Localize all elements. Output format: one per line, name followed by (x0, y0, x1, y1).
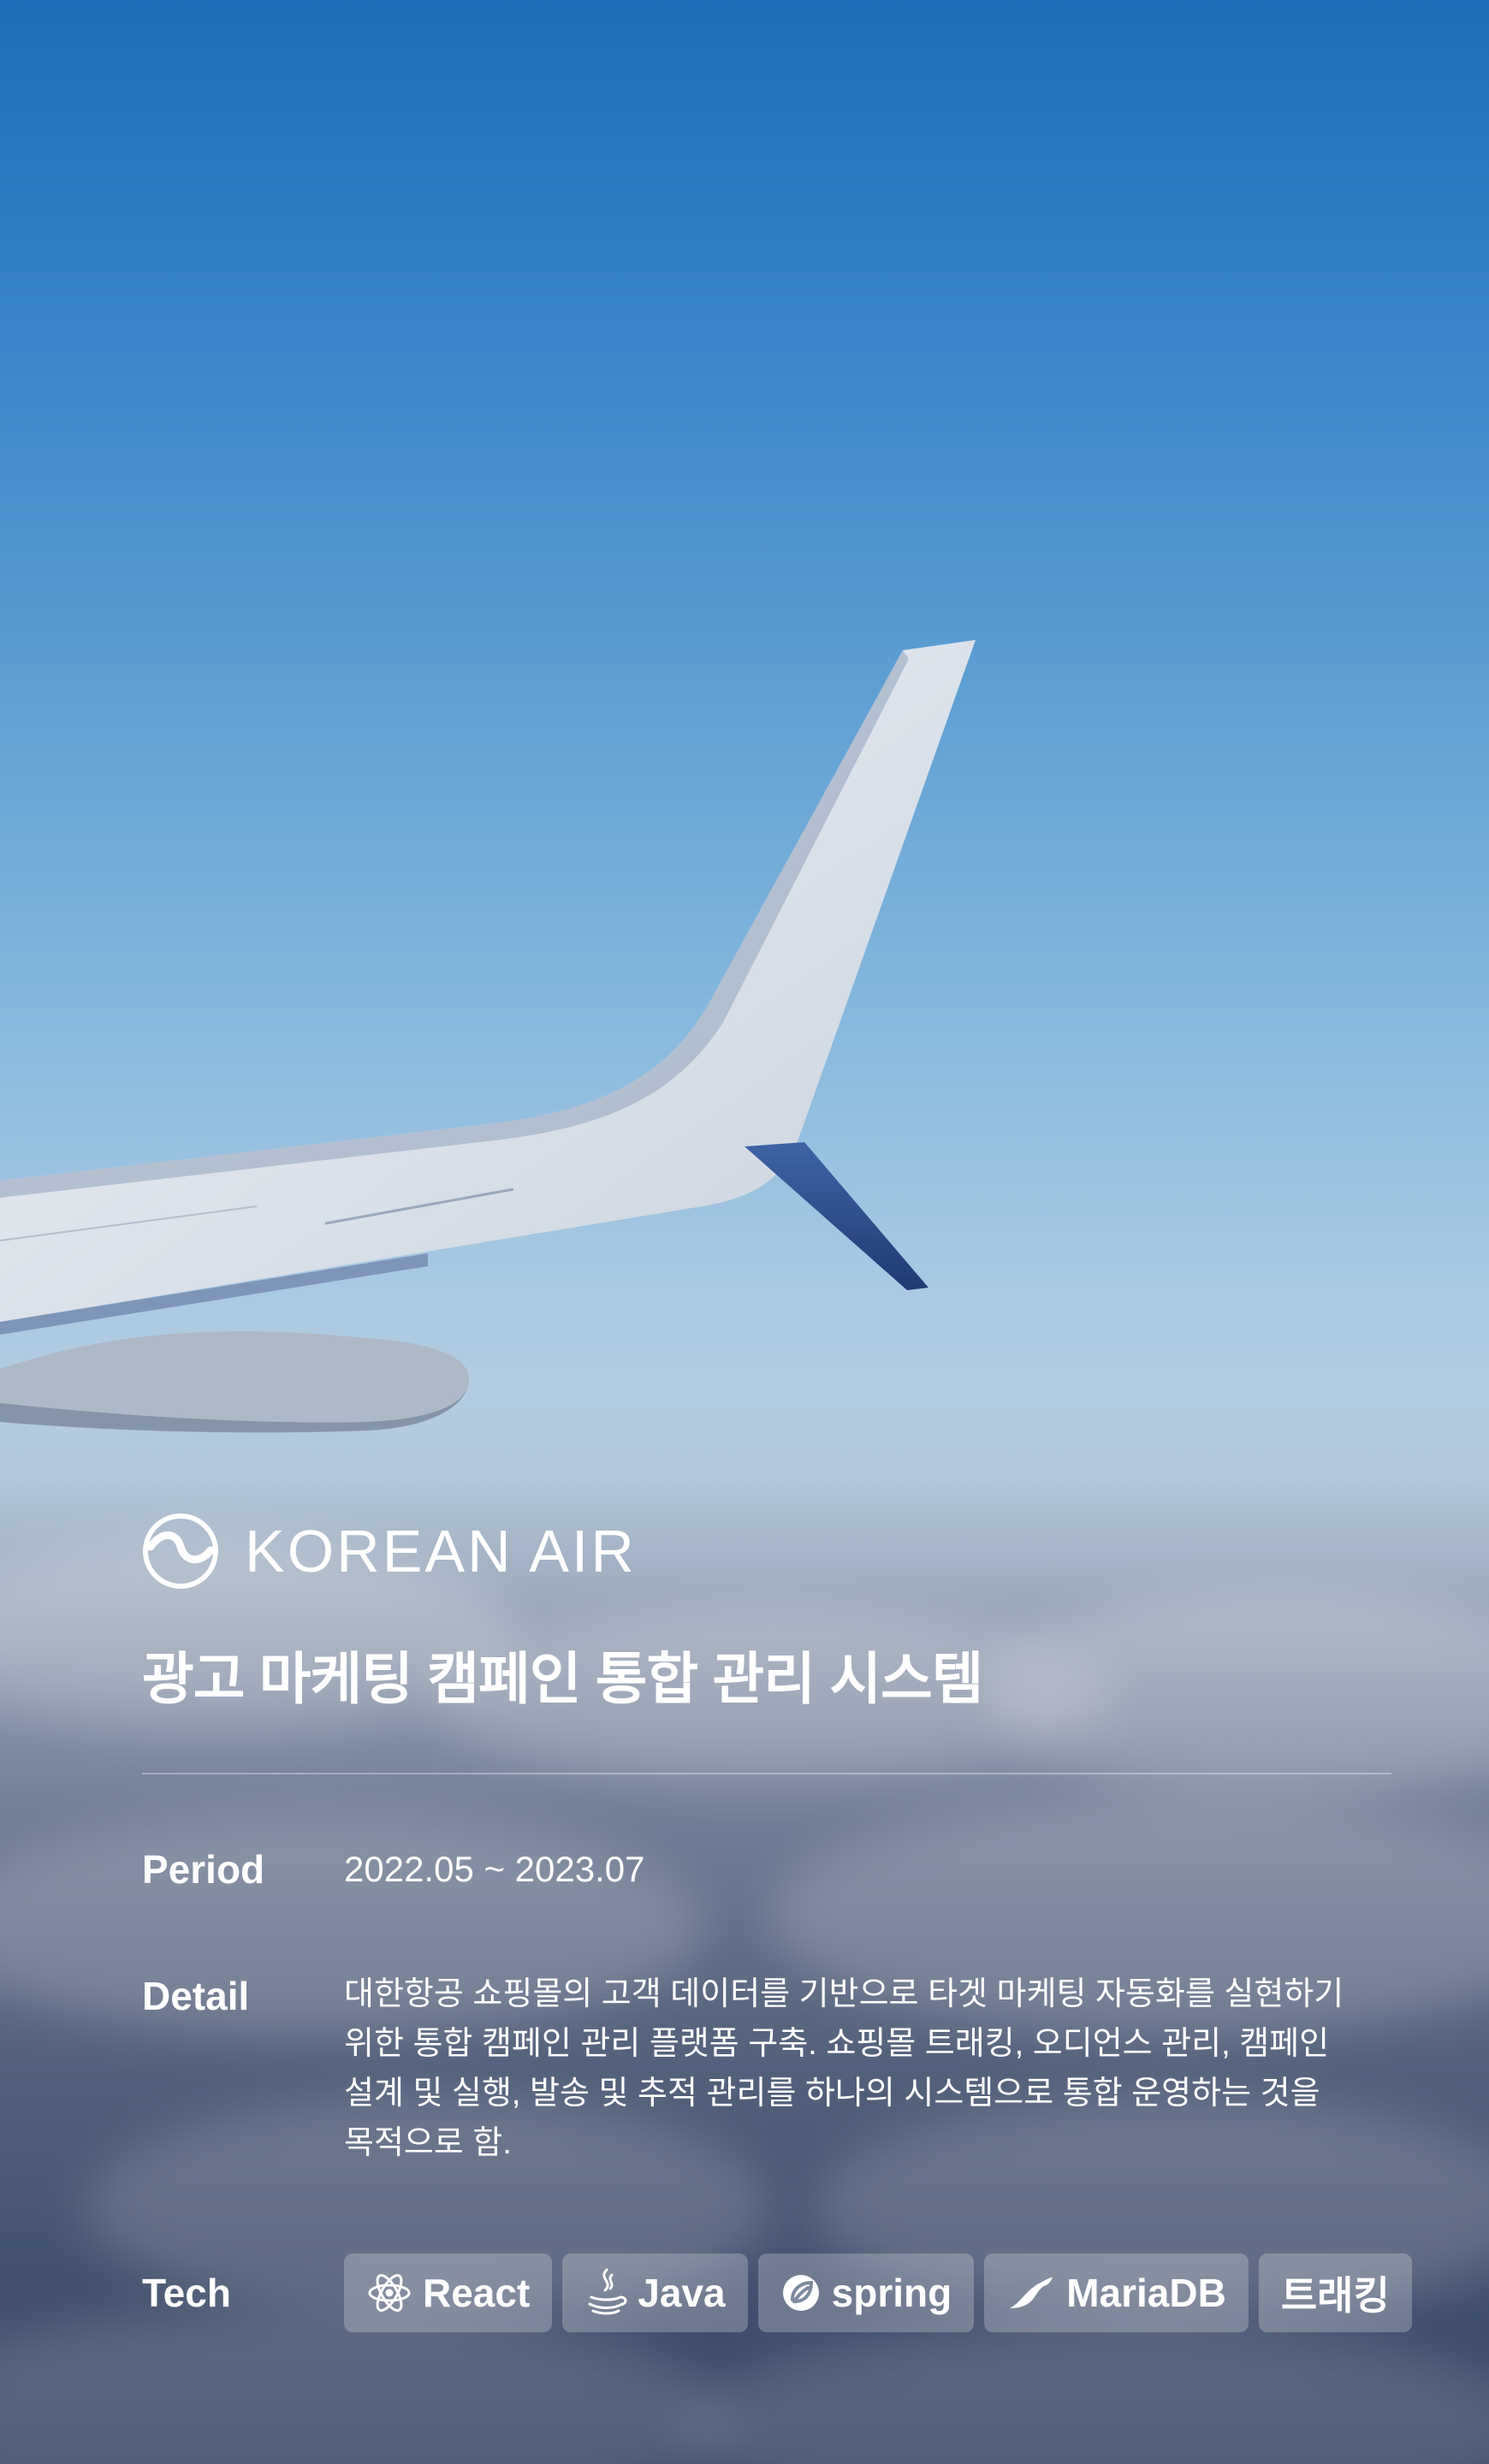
tech-tags: React Java spring MariaDB 트래킹 (344, 2254, 1412, 2333)
detail-label: Detail (142, 1974, 250, 2019)
detail-row: Detail 대한항공 쇼핑몰의 고객 데이터를 기반으로 타겟 마케팅 자동화… (142, 1969, 1391, 2168)
period-value: 2022.05 ~ 2023.07 (344, 1849, 645, 1890)
brand-name: KOREAN AIR (245, 1518, 637, 1584)
detail-value: 대한항공 쇼핑몰의 고객 데이터를 기반으로 타겟 마케팅 자동화를 실현하기 … (344, 1976, 1344, 2162)
project-card: KOREAN AIR 광고 마케팅 캠페인 통합 관리 시스템 Period 2… (142, 1510, 1412, 2333)
project-title: 광고 마케팅 캠페인 통합 관리 시스템 (142, 1647, 983, 1710)
react-icon (368, 2274, 411, 2313)
tech-tag-label: React (423, 2271, 531, 2316)
tech-tag-label: MariaDB (1066, 2271, 1226, 2316)
tech-tag-label: spring (831, 2271, 952, 2316)
period-row: Period 2022.05 ~ 2023.07 (142, 1846, 1391, 1892)
period-label: Period (142, 1847, 265, 1892)
tech-tag-label: Java (638, 2271, 726, 2316)
brand-logo: KOREAN AIR (142, 1510, 1391, 1592)
tech-tag-react: React (344, 2254, 553, 2333)
spring-icon (782, 2275, 819, 2312)
tech-tag-tracking: 트래킹 (1258, 2254, 1412, 2333)
tech-label: Tech (142, 2271, 231, 2316)
tech-row: Tech React Java spring MariaDB 트래킹 (142, 2254, 1412, 2333)
divider (142, 1773, 1391, 1775)
tech-tag-mariadb: MariaDB (984, 2254, 1249, 2333)
tech-tag-spring: spring (757, 2254, 975, 2333)
tech-tag-java: Java (562, 2254, 748, 2333)
tech-tag-label: 트래킹 (1280, 2273, 1390, 2319)
korean-air-logo-icon (143, 1513, 218, 1589)
java-icon (588, 2268, 627, 2315)
mariadb-icon (1010, 2277, 1053, 2309)
airplane-wing-image (0, 640, 976, 1433)
